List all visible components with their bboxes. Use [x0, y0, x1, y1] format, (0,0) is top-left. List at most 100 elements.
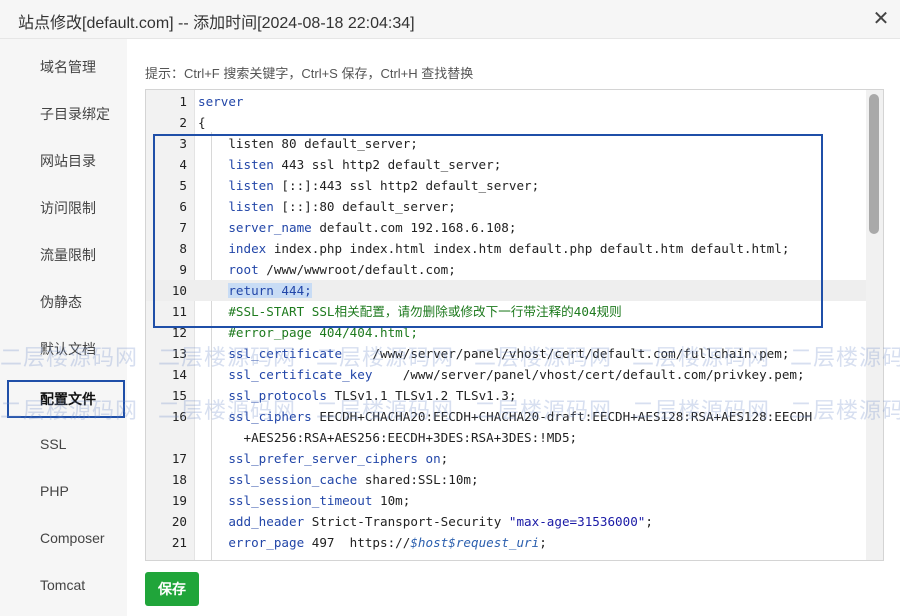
code-token: /www/wwwroot/default.com; [258, 262, 456, 277]
code-token: listen [228, 199, 274, 214]
line-number: 15 [171, 388, 187, 403]
sidebar-item-tomcat[interactable]: Tomcat [0, 562, 127, 609]
code-token: 10m; [372, 493, 411, 508]
sidebar-item-traffic-limit[interactable]: 流量限制 [0, 232, 127, 279]
code-token: EECDH+CHACHA20:EECDH+CHACHA20-draft:EECD… [311, 409, 813, 424]
line-number: 21 [171, 535, 187, 550]
code-line[interactable]: 12 #error_page 404/404.html; [146, 322, 866, 343]
code-line[interactable]: 16 ssl_ciphers EECDH+CHACHA20:EECDH+CHAC… [146, 406, 866, 427]
code-line[interactable]: 8 index index.php index.html index.htm d… [146, 238, 866, 259]
code-token: ssl_session_timeout [228, 493, 373, 508]
code-line[interactable]: 9 root /www/wwwroot/default.com; [146, 259, 866, 280]
line-number: 19 [171, 493, 187, 508]
line-number: 4 [179, 157, 187, 172]
code-line[interactable]: 19 ssl_session_timeout 10m; [146, 490, 866, 511]
code-text: +AES256:RSA+AES256:EECDH+3DES:RSA+3DES:!… [198, 427, 577, 448]
code-token: #SSL-START SSL相关配置，请勿删除或修改下一行带注释的404规则 [228, 304, 622, 319]
close-icon[interactable]: ✕ [870, 8, 892, 30]
code-line[interactable]: 11 #SSL-START SSL相关配置，请勿删除或修改下一行带注释的404规… [146, 301, 866, 322]
sidebar-item-access-limit[interactable]: 访问限制 [0, 185, 127, 232]
code-token: listen [228, 178, 274, 193]
line-number: 7 [179, 220, 187, 235]
code-token: root [228, 262, 259, 277]
code-text: listen [::]:80 default_server; [198, 196, 455, 217]
code-line[interactable]: 5 listen [::]:443 ssl http2 default_serv… [146, 175, 866, 196]
code-text: return 444; [198, 280, 312, 301]
code-line[interactable]: 18 ssl_session_cache shared:SSL:10m; [146, 469, 866, 490]
sidebar-item-rewrite[interactable]: 伪静态 [0, 279, 127, 326]
code-token: 443 ssl http2 default_server; [273, 157, 502, 172]
sidebar-item-subdir[interactable]: 子目录绑定 [0, 91, 127, 138]
code-line[interactable]: 17 ssl_prefer_server_ciphers on; [146, 448, 866, 469]
code-text: ssl_prefer_server_ciphers on; [198, 448, 448, 469]
save-button[interactable]: 保存 [145, 572, 199, 606]
code-token: on [425, 451, 441, 466]
code-text: { [198, 112, 206, 133]
code-token: #error_page 404/404.html; [228, 325, 418, 340]
dialog-titlebar: 站点修改[default.com] -- 添加时间[2024-08-18 22:… [0, 0, 900, 39]
code-text: error_page 497 https://$host$request_uri… [198, 532, 546, 553]
code-token: ; [440, 451, 449, 466]
code-line[interactable]: 14 ssl_certificate_key /www/server/panel… [146, 364, 866, 385]
code-line[interactable]: 21 error_page 497 https://$host$request_… [146, 532, 866, 553]
line-number: 11 [171, 304, 187, 319]
editor-scrollbar[interactable] [866, 90, 883, 560]
sidebar-item-site-dir[interactable]: 网站目录 [0, 138, 127, 185]
code-token: server [198, 94, 244, 109]
code-text: #SSL-START SSL相关配置，请勿删除或修改下一行带注释的404规则 [198, 301, 622, 322]
code-text: server_name default.com 192.168.6.108; [198, 217, 516, 238]
code-token: ; [645, 514, 653, 529]
code-token: 497 https:// [304, 535, 411, 550]
line-number: 10 [171, 283, 187, 298]
sidebar-item-domain[interactable]: 域名管理 [0, 44, 127, 91]
code-line[interactable]: 7 server_name default.com 192.168.6.108; [146, 217, 866, 238]
code-line[interactable]: 15 ssl_protocols TLSv1.1 TLSv1.2 TLSv1.3… [146, 385, 866, 406]
line-number: 2 [179, 115, 187, 130]
sidebar-item-composer[interactable]: Composer [0, 515, 127, 562]
line-number: 3 [179, 136, 187, 151]
code-line[interactable]: 2{ [146, 112, 866, 133]
code-line[interactable]: 13 ssl_certificate /www/server/panel/vho… [146, 343, 866, 364]
code-line[interactable]: 10 return 444; [146, 280, 866, 301]
code-line[interactable]: 4 listen 443 ssl http2 default_server; [146, 154, 866, 175]
code-editor[interactable]: 1 server 2{3 listen 80 default_server; 4 li… [145, 89, 884, 561]
code-token: error_page [228, 535, 305, 550]
sidebar: 域名管理 子目录绑定 网站目录 访问限制 流量限制 伪静态 默认文档 配置文件 … [0, 39, 127, 616]
code-text: ssl_certificate /www/server/panel/vhost/… [198, 343, 789, 364]
code-text: ssl_certificate_key /www/server/panel/vh… [198, 364, 804, 385]
code-token: ssl_protocols [228, 388, 327, 403]
code-line[interactable]: 20 add_header Strict-Transport-Security … [146, 511, 866, 532]
code-line[interactable]: 6 listen [::]:80 default_server; [146, 196, 866, 217]
sidebar-item-php[interactable]: PHP [0, 468, 127, 515]
code-line[interactable]: 3 listen 80 default_server; [146, 133, 866, 154]
code-token: $host$request_uri [410, 535, 540, 550]
code-token: index [228, 241, 267, 256]
code-text: server [198, 91, 244, 112]
editor-hint: 提示：Ctrl+F 搜索关键字，Ctrl+S 保存，Ctrl+H 查找替换 [145, 66, 474, 81]
sidebar-item-default-doc[interactable]: 默认文档 [0, 326, 127, 373]
code-text: ssl_session_cache shared:SSL:10m; [198, 469, 478, 490]
sidebar-item-ssl[interactable]: SSL [0, 421, 127, 468]
code-line[interactable]: 1 server [146, 91, 866, 112]
code-text: ssl_protocols TLSv1.1 TLSv1.2 TLSv1.3; [198, 385, 516, 406]
code-line[interactable]: +AES256:RSA+AES256:EECDH+3DES:RSA+3DES:!… [146, 427, 866, 448]
code-token: [::]:443 ssl http2 default_server; [273, 178, 540, 193]
sidebar-item-config-file[interactable]: 配置文件 [0, 376, 127, 423]
line-number: 17 [171, 451, 187, 466]
line-number: 1 [179, 94, 187, 109]
code-text: index index.php index.html index.htm def… [198, 238, 789, 259]
code-text: ssl_session_timeout 10m; [198, 490, 410, 511]
code-text: #error_page 404/404.html; [198, 322, 418, 343]
scrollbar-thumb[interactable] [869, 94, 879, 234]
